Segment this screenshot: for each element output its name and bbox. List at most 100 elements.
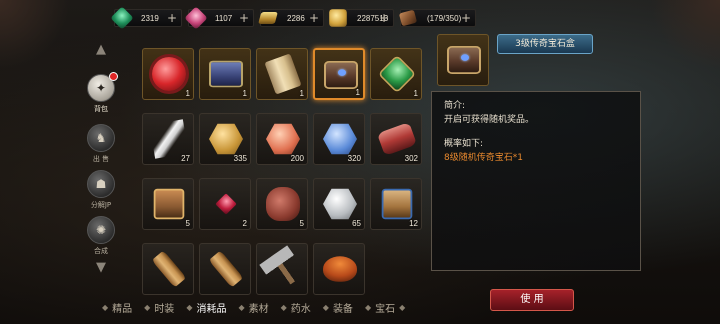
tab-potions[interactable]: ◆ 药水	[275, 300, 317, 315]
tab-fashion[interactable]: ◆ 时装	[138, 300, 180, 315]
feather-icon	[149, 119, 189, 159]
red-gem-item[interactable]: 1	[142, 48, 194, 100]
green-gem-icon	[377, 54, 417, 94]
gift-box-item[interactable]: 5	[142, 178, 194, 230]
diamond-icon: ◆	[364, 302, 372, 312]
sell-icon: ♞	[87, 124, 115, 152]
nav-label: 背包	[94, 105, 108, 113]
add-icon[interactable]: +	[309, 11, 319, 25]
tab-label: 药水	[290, 303, 311, 315]
bowl-item[interactable]	[313, 243, 365, 295]
add-icon[interactable]: +	[167, 11, 177, 25]
silver-medal-icon	[323, 188, 357, 220]
gold-coin-icon	[329, 9, 347, 27]
add-icon[interactable]: +	[379, 11, 389, 25]
decompose-icon: ☗	[87, 170, 115, 198]
corner-ornament-right	[650, 0, 720, 70]
currency-wood: (179/350) +	[398, 9, 476, 27]
diamond-icon: ◆	[280, 302, 287, 312]
item-count: 65	[352, 219, 361, 228]
item-count: 5	[185, 219, 190, 228]
currency-gold-bar: 2286 +	[258, 9, 324, 27]
gift-box-icon	[153, 188, 185, 220]
currency-bar: 2319 + 1107 + 2286 + 2287513 + (179/350)…	[110, 6, 476, 30]
nav-label: 出 售	[92, 155, 110, 163]
gold-medal-item[interactable]: 335	[199, 113, 251, 165]
tab-label: 时装	[154, 303, 175, 315]
tab-materials[interactable]: ◆ 素材	[232, 300, 274, 315]
probability-text: 8级随机传奇宝石*1	[444, 153, 523, 163]
silver-medal-item[interactable]: 65	[313, 178, 365, 230]
item-detail-panel: 简介: 开启可获得随机奖品。 概率如下: 8级随机传奇宝石*1	[431, 91, 641, 271]
preview-slot	[437, 34, 489, 86]
meat-item[interactable]: 302	[370, 113, 422, 165]
blue-medal-item[interactable]: 320	[313, 113, 365, 165]
scroll-item[interactable]: 1	[256, 48, 308, 100]
tab-label: 素材	[248, 303, 269, 315]
tab-label: 宝石	[375, 303, 396, 315]
notification-dot	[109, 72, 118, 81]
tab-label: 装备	[332, 303, 353, 315]
intro-label: 简介:	[444, 101, 466, 111]
nav-sell[interactable]: ♞ 出 售	[84, 124, 118, 164]
gold-bar-icon	[258, 11, 278, 25]
intro-text: 开启可获得随机奖品。	[444, 115, 535, 125]
item-title: 3级传奇宝石盒	[497, 34, 593, 54]
tab-premium[interactable]: ◆ 精品	[96, 300, 138, 315]
parchment-roll-item[interactable]	[142, 243, 194, 295]
scroll-down-icon[interactable]: ▼	[93, 258, 109, 276]
legendary-gem-box-item[interactable]: 1	[313, 48, 365, 100]
chest-icon	[447, 46, 481, 74]
corner-ornament-left	[0, 0, 70, 70]
currency-value: (179/350)	[427, 13, 462, 23]
green-gem-item[interactable]: 1	[370, 48, 422, 100]
blue-medal-icon	[323, 123, 357, 155]
nav-backpack[interactable]: ✦ 背包	[84, 72, 118, 114]
add-icon[interactable]: +	[461, 11, 471, 25]
selected-item-preview	[437, 34, 489, 86]
tab-equipment[interactable]: ◆ 装备	[317, 300, 359, 315]
blue-chest-icon	[209, 60, 243, 88]
hammer-item[interactable]	[256, 243, 308, 295]
currency-gold-coin: 2287513 +	[329, 9, 394, 27]
item-count: 12	[409, 219, 418, 228]
currency-ruby: 1107 +	[184, 6, 254, 30]
scroll-box-icon	[381, 188, 413, 220]
diamond-icon: ◆	[144, 302, 151, 312]
meat-icon	[376, 122, 418, 156]
diamond-icon: ◆	[238, 302, 245, 312]
wood-icon	[398, 9, 418, 27]
diamond-icon: ◆	[186, 302, 193, 312]
item-count: 200	[290, 154, 304, 163]
red-medal-item[interactable]: 200	[256, 113, 308, 165]
nav-decompose[interactable]: ☗ 分解JP	[84, 170, 118, 210]
probability-label: 概率如下:	[444, 139, 484, 149]
ruby-shard-item[interactable]: 2	[199, 178, 251, 230]
scroll-box-item[interactable]: 12	[370, 178, 422, 230]
nav-synthesize[interactable]: ✺ 合成	[84, 216, 118, 256]
ruby-shard-icon	[215, 193, 237, 215]
parchment-roll-item-2[interactable]	[199, 243, 251, 295]
synthesize-icon: ✺	[87, 216, 115, 244]
diamond-icon: ◆	[102, 302, 109, 312]
blue-chest-item[interactable]: 1	[199, 48, 251, 100]
feather-item[interactable]: 27	[142, 113, 194, 165]
red-gem-icon	[152, 57, 186, 91]
tab-consumables[interactable]: ◆ 消耗品	[180, 300, 232, 315]
item-count: 302	[404, 154, 418, 163]
diamond-icon: ◆	[399, 302, 406, 312]
scroll-icon	[264, 53, 302, 95]
tab-gems[interactable]: ◆ 宝石 ◆	[359, 300, 411, 315]
use-button[interactable]: 使 用	[490, 289, 574, 311]
add-icon[interactable]: +	[239, 11, 249, 25]
pouch-item[interactable]: 5	[256, 178, 308, 230]
scroll-up-icon[interactable]: ▲	[93, 40, 109, 58]
parchment-roll-icon	[151, 250, 187, 288]
item-count: 1	[185, 89, 190, 98]
tab-label: 精品	[112, 303, 133, 315]
item-count: 1	[299, 89, 304, 98]
gold-medal-icon	[209, 123, 243, 155]
item-count: 1	[355, 88, 360, 97]
category-tabs: ◆ 精品 ◆ 时装 ◆ 消耗品 ◆ 素材 ◆ 药水 ◆ 装备 ◆ 宝石 ◆	[96, 298, 411, 316]
red-medal-icon	[266, 123, 300, 155]
